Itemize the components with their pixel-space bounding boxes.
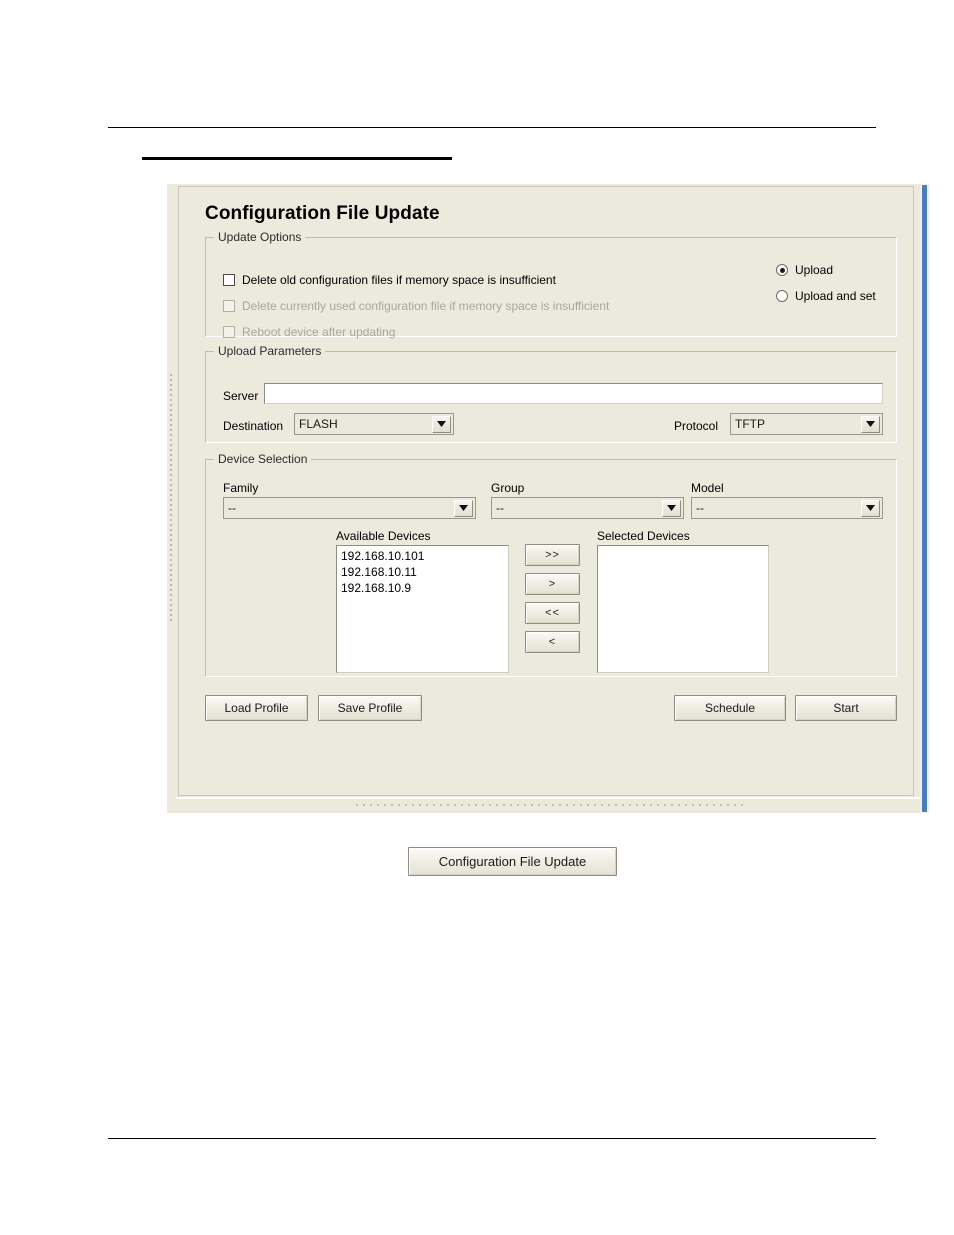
dialog-panel: Configuration File Update Update Options… [178,186,914,796]
load-profile-button[interactable]: Load Profile [205,695,308,721]
model-value: -- [696,501,704,515]
save-profile-button[interactable]: Save Profile [318,695,422,721]
update-options-group: Update Options [205,230,897,337]
start-button[interactable]: Start [795,695,897,721]
move-left-button[interactable]: < [525,631,580,653]
list-item[interactable]: 192.168.10.101 [337,548,508,564]
selected-devices-list[interactable] [597,545,769,673]
group-label: Group [491,481,525,495]
radio-label: Upload and set [795,289,876,303]
horizontal-split-divider[interactable] [176,797,920,813]
move-right-button[interactable]: > [525,573,580,595]
update-options-legend: Update Options [214,230,306,244]
family-label: Family [223,481,259,495]
configuration-file-update-window: Configuration File Update Update Options… [167,184,929,813]
radio-button-icon[interactable] [776,290,788,302]
radio-upload[interactable]: Upload [776,263,833,277]
move-all-right-button[interactable]: >> [525,544,580,566]
checkbox-delete-current-config[interactable]: Delete currently used configuration file… [223,299,609,313]
page-footer-rule [108,1138,876,1139]
protocol-value: TFTP [735,417,765,431]
list-item[interactable]: 192.168.10.9 [337,580,508,596]
page-header-rule [108,127,876,128]
checkbox-box-icon[interactable] [223,300,235,312]
chevron-down-icon[interactable] [454,499,473,517]
split-divider-grip [170,374,172,624]
upload-parameters-legend: Upload Parameters [214,344,326,358]
available-devices-caption: Available Devices [336,529,431,543]
device-selection-legend: Device Selection [214,452,312,466]
vertical-split-divider[interactable] [167,184,176,813]
protocol-label: Protocol [674,419,719,433]
checkbox-box-icon[interactable] [223,326,235,338]
split-divider-grip [356,804,746,806]
configuration-file-update-button[interactable]: Configuration File Update [408,847,617,876]
group-dropdown[interactable]: -- [491,497,684,519]
destination-dropdown[interactable]: FLASH [294,413,454,435]
scrollbar-thumb[interactable] [922,185,927,812]
group-value: -- [496,501,504,515]
checkbox-delete-old-config[interactable]: Delete old configuration files if memory… [223,273,556,287]
page-title: Configuration File Update [205,203,440,224]
radio-button-icon[interactable] [776,264,788,276]
chevron-down-icon[interactable] [432,415,451,433]
model-label: Model [691,481,724,495]
family-dropdown[interactable]: -- [223,497,476,519]
radio-label: Upload [795,263,834,277]
checkbox-reboot-device[interactable]: Reboot device after updating [223,325,395,339]
schedule-button[interactable]: Schedule [674,695,786,721]
family-value: -- [228,501,236,515]
selected-devices-caption: Selected Devices [597,529,690,543]
model-dropdown[interactable]: -- [691,497,883,519]
server-input[interactable] [264,383,883,404]
move-all-left-button[interactable]: << [525,602,580,624]
checkbox-label: Delete old configuration files if memory… [242,273,556,287]
destination-label: Destination [223,419,284,433]
list-item[interactable]: 192.168.10.11 [337,564,508,580]
available-devices-list[interactable]: 192.168.10.101 192.168.10.11 192.168.10.9 [336,545,509,673]
checkbox-box-icon[interactable] [223,274,235,286]
protocol-dropdown[interactable]: TFTP [730,413,883,435]
vertical-scrollbar[interactable] [920,184,929,813]
chevron-down-icon[interactable] [861,499,880,517]
checkbox-label: Reboot device after updating [242,325,396,339]
section-underline-rule [142,157,452,160]
chevron-down-icon[interactable] [662,499,681,517]
destination-value: FLASH [299,417,338,431]
radio-upload-and-set[interactable]: Upload and set [776,289,876,303]
checkbox-label: Delete currently used configuration file… [242,299,610,313]
server-label: Server [223,389,259,403]
chevron-down-icon[interactable] [861,415,880,433]
